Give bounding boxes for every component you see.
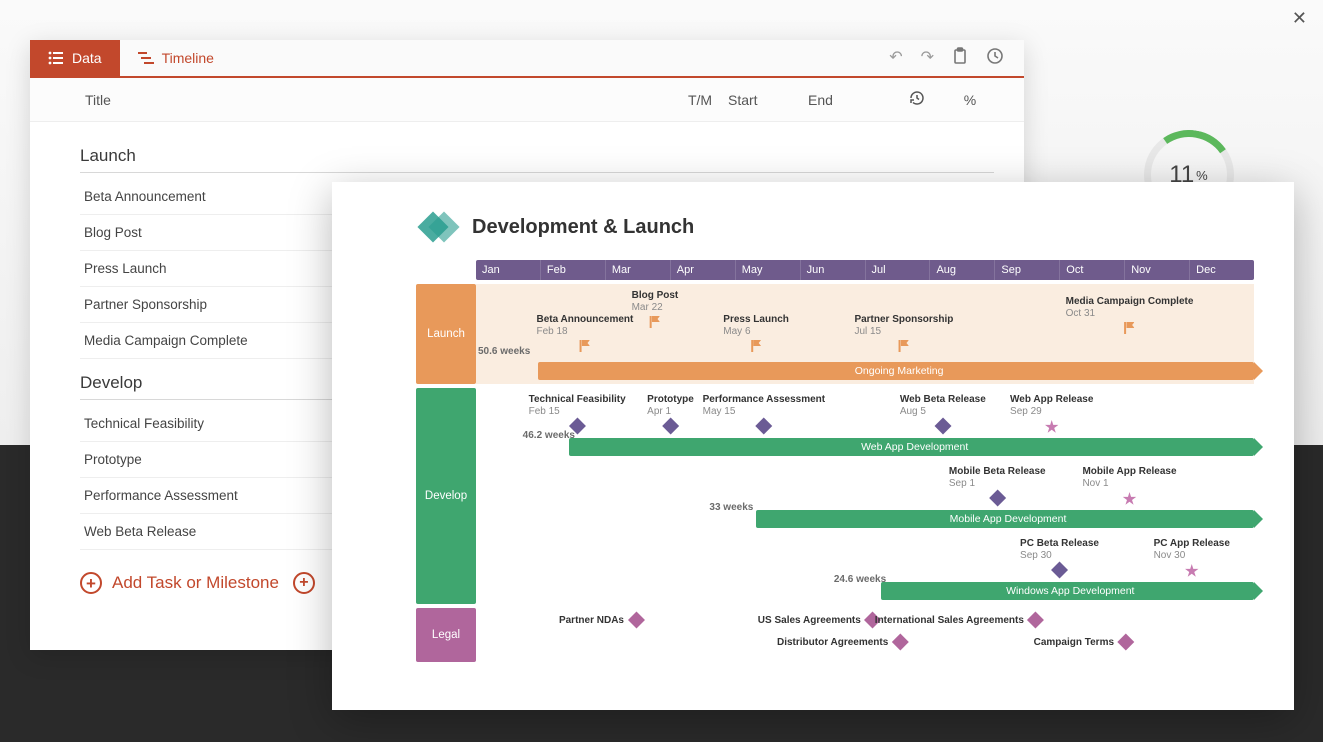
columns-header: Title T/M Start End %	[30, 78, 1024, 122]
group-title[interactable]: Launch	[80, 146, 994, 173]
close-icon[interactable]: ✕	[1292, 8, 1307, 29]
milestone[interactable]: Partner NDAs	[559, 614, 642, 626]
tab-timeline-label: Timeline	[162, 50, 214, 66]
milestone[interactable]: International Sales Agreements	[875, 614, 1042, 626]
month-header: JanFebMarAprMayJunJulAugSepOctNovDec	[476, 260, 1254, 280]
milestone[interactable]: Partner SponsorshipJul 15	[854, 314, 953, 337]
tab-data[interactable]: Data	[30, 40, 120, 76]
duration-label: 46.2 weeks	[523, 430, 575, 441]
history-icon[interactable]	[986, 47, 1004, 70]
milestone[interactable]: Blog PostMar 22	[632, 290, 679, 313]
redo-icon[interactable]: ↷	[921, 47, 934, 70]
add-task-label: Add Task or Milestone	[112, 573, 279, 593]
milestone[interactable]: PC App ReleaseNov 30	[1154, 538, 1230, 561]
list-icon	[48, 51, 64, 65]
milestone[interactable]: Web Beta ReleaseAug 5	[900, 394, 986, 417]
milestone[interactable]: Beta AnnouncementFeb 18	[536, 314, 633, 337]
diamond-icon	[1027, 612, 1044, 629]
milestone[interactable]: US Sales Agreements	[758, 614, 879, 626]
col-end: End	[808, 92, 888, 108]
swimlane-label: Develop	[416, 388, 476, 604]
milestone[interactable]: Campaign Terms	[1034, 636, 1132, 648]
tabs-bar: Data Timeline ↶ ↷	[30, 40, 1024, 78]
milestone[interactable]: PC Beta ReleaseSep 30	[1020, 538, 1099, 561]
milestone[interactable]: Web App ReleaseSep 29	[1010, 394, 1093, 417]
col-history-icon	[888, 89, 946, 110]
col-title: Title	[85, 92, 672, 108]
milestone[interactable]: Performance AssessmentMay 15	[703, 394, 825, 417]
duration-label: 24.6 weeks	[834, 574, 886, 585]
task-bar[interactable]: Web App Development	[569, 438, 1254, 456]
col-tm: T/M	[672, 92, 728, 108]
add-task-button[interactable]: + Add Task or Milestone	[80, 572, 279, 594]
swimlane-label: Launch	[416, 284, 476, 384]
task-bar[interactable]: Mobile App Development	[756, 510, 1254, 528]
milestone[interactable]: PrototypeApr 1	[647, 394, 694, 417]
swimlane-label: Legal	[416, 608, 476, 662]
col-percent: %	[946, 92, 994, 108]
progress-suffix: %	[1196, 168, 1208, 183]
task-bar[interactable]: Windows App Development	[881, 582, 1254, 600]
diamond-icon	[1118, 634, 1135, 651]
tab-timeline[interactable]: Timeline	[120, 40, 232, 76]
milestone[interactable]: Mobile Beta ReleaseSep 1	[949, 466, 1046, 489]
duration-label: 33 weeks	[709, 502, 753, 513]
diamond-icon	[892, 634, 909, 651]
undo-icon[interactable]: ↶	[889, 47, 902, 70]
col-start: Start	[728, 92, 808, 108]
chart-title: Development & Launch	[472, 216, 694, 239]
milestone[interactable]: Technical FeasibilityFeb 15	[529, 394, 626, 417]
gantt-icon	[138, 51, 154, 65]
clipboard-icon[interactable]	[952, 47, 968, 70]
milestone[interactable]: Press LaunchMay 6	[723, 314, 789, 337]
plus-circle-icon: +	[80, 572, 102, 594]
milestone[interactable]: Mobile App ReleaseNov 1	[1082, 466, 1176, 489]
tab-data-label: Data	[72, 50, 102, 66]
duration-label: 50.6 weeks	[478, 346, 530, 357]
milestone[interactable]: Distributor Agreements	[777, 636, 906, 648]
task-bar[interactable]: Ongoing Marketing	[538, 362, 1254, 380]
milestone[interactable]: Media Campaign CompleteOct 31	[1066, 296, 1194, 319]
add-secondary-button[interactable]: +	[293, 572, 315, 594]
brand-logo-icon	[422, 210, 456, 244]
diamond-icon	[627, 612, 644, 629]
timeline-preview: Development & Launch JanFebMarAprMayJunJ…	[332, 182, 1294, 710]
